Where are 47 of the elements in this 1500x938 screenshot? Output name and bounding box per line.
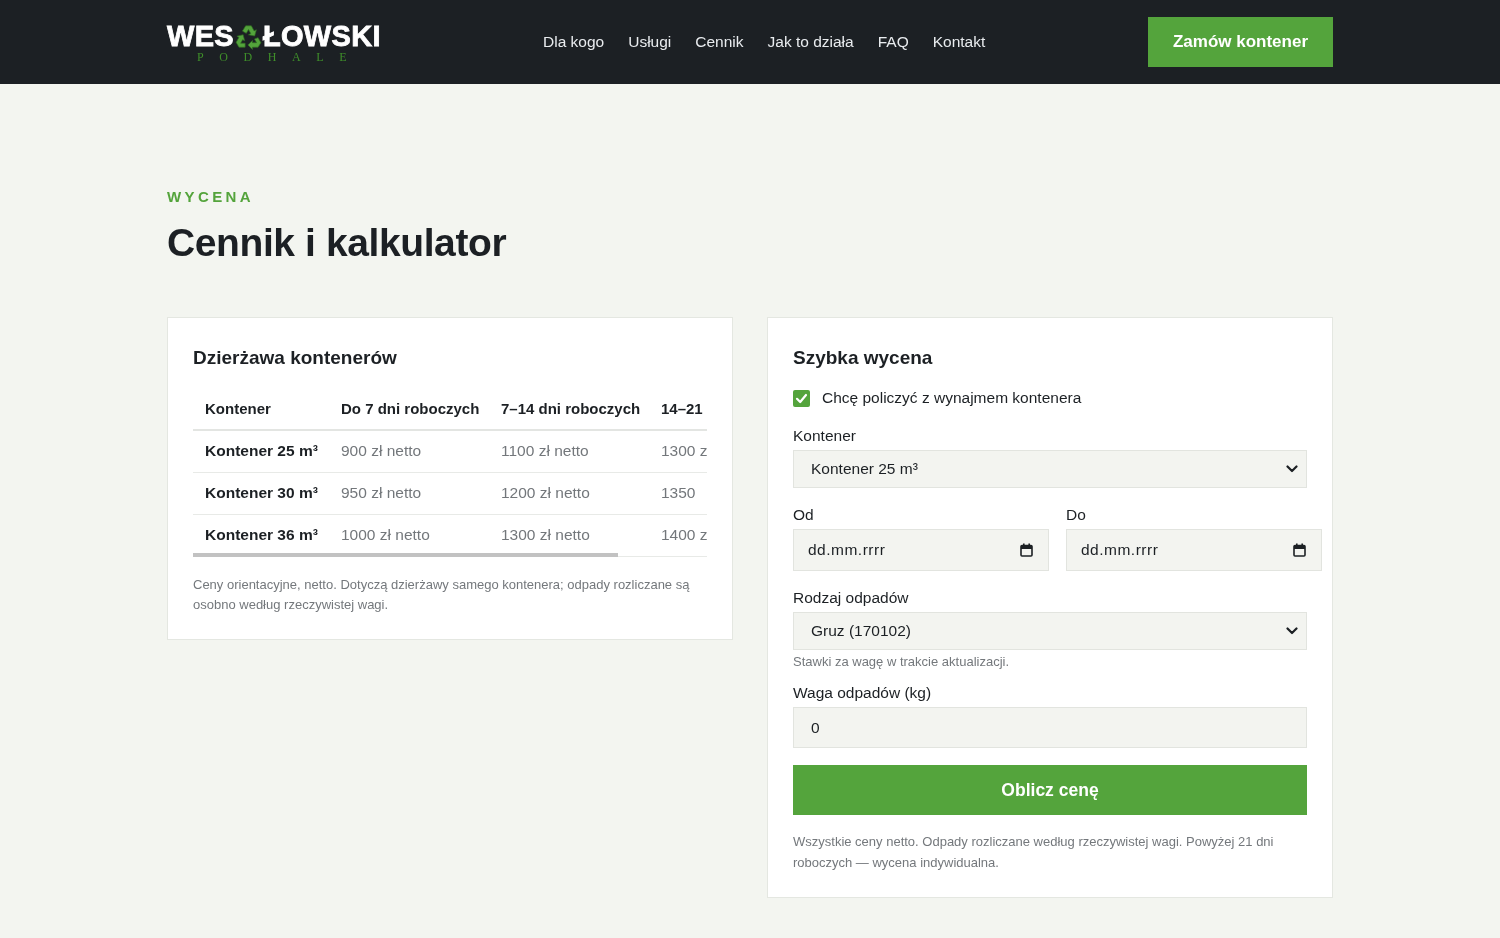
table-cell: 1100 zł netto — [489, 430, 649, 472]
checkbox[interactable] — [793, 389, 810, 407]
table-cell: Kontener 30 m³ — [193, 472, 329, 514]
logo-tagline: PODHALE — [197, 51, 363, 63]
column-header: 7–14 dni roboczych — [489, 387, 649, 430]
form-note: Wszystkie ceny netto. Odpady rozliczane według rzeczywistej wagi. Powyżej 21 dni roboczych — wycena indywidualna. — [793, 833, 1275, 872]
calendar-icon — [1020, 543, 1033, 557]
column-header: Kontener — [193, 387, 329, 430]
table-cell: Kontener 25 m³ — [193, 430, 329, 472]
date-input[interactable]: dd.mm.rrrr — [793, 529, 1049, 571]
table-cell: 1300 z — [649, 430, 707, 472]
nav-link[interactable]: Dla kogo — [543, 33, 605, 51]
field-label: Kontener — [793, 426, 857, 446]
column-header: 14–21 — [649, 387, 707, 430]
logo-text[interactable]: WES — [167, 21, 234, 51]
table-note: Ceny orientacyjne, netto. Dotyczą dzierżawy samego kontenera; odpady rozliczane są osobno według rzeczywistej wagi. — [193, 575, 691, 614]
logo-text[interactable]: ŁOWSKI — [262, 21, 381, 51]
nav-link[interactable]: Jak to działa — [767, 33, 854, 51]
recycle-icon — [234, 22, 262, 50]
card-title: Dzierżawa kontenerów — [193, 346, 398, 370]
select-field[interactable]: Gruz (170102) — [793, 612, 1307, 650]
chevron-down-icon — [1286, 627, 1298, 635]
table-cell: 1400 z — [649, 514, 707, 556]
table-cell: 1200 zł netto — [489, 472, 649, 514]
scrollbar-thumb[interactable] — [193, 552, 618, 557]
chevron-down-icon — [1286, 465, 1298, 473]
table-cell: 1350 — [649, 472, 707, 514]
card-title: Szybka wycena — [793, 346, 934, 370]
table-cell: 900 zł netto — [329, 430, 489, 472]
page-title: Cennik i kalkulator — [167, 220, 508, 266]
table-cell: 950 zł netto — [329, 472, 489, 514]
field-label: Waga odpadów (kg) — [793, 683, 933, 703]
field-label: Do — [1066, 505, 1087, 525]
column-header: Do 7 dni roboczych — [329, 387, 489, 430]
select-field[interactable]: Kontener 25 m³ — [793, 450, 1307, 488]
calendar-icon — [1293, 543, 1306, 557]
weight-input[interactable]: 0 — [793, 707, 1307, 748]
nav-link[interactable]: Usługi — [628, 33, 672, 51]
nav-link[interactable]: FAQ — [877, 33, 909, 51]
nav-link[interactable]: Kontakt — [932, 33, 986, 51]
date-input[interactable]: dd.mm.rrrr — [1066, 529, 1322, 571]
field-label: Od — [793, 505, 815, 525]
field-hint: Stawki za wagę w trakcie aktualizacji. — [793, 653, 1011, 671]
field-label: Rodzaj odpadów — [793, 588, 910, 608]
section-eyebrow: WYCENA — [167, 187, 256, 207]
nav-link[interactable]: Cennik — [695, 33, 744, 51]
checkbox-label: Chcę policzyć z wynajmem kontenera — [822, 388, 1082, 408]
